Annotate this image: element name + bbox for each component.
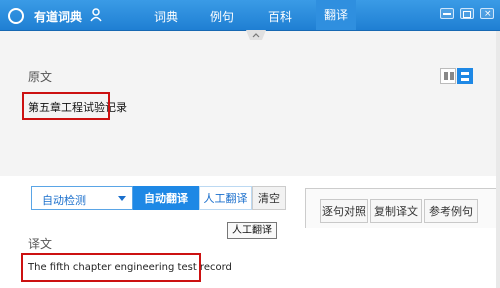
original-label: 原文 [28,70,53,84]
scrollbar[interactable] [496,31,500,288]
collapse-handle-icon[interactable] [246,30,266,44]
human-translate-button[interactable]: 人工翻译 [199,186,252,210]
original-highlight-box [22,92,110,120]
tab-encyclopedia[interactable]: 百科 [268,8,292,25]
tab-examples[interactable]: 例句 [210,8,234,25]
maximize-icon[interactable] [460,8,474,19]
app-title: 有道词典 [34,10,83,24]
clear-button[interactable]: 清空 [252,186,286,210]
side-by-side-view-icon[interactable] [440,68,456,84]
tab-translate[interactable]: 翻译 [316,0,357,30]
title-bar: 有道词典 词典 例句 百科 翻译 × [0,0,500,31]
translation-label: 译文 [28,237,53,251]
language-select-value: 自动检测 [42,194,86,207]
copy-translation-button[interactable]: 复制译文 [370,199,422,223]
human-translate-tooltip: 人工翻译 [227,222,277,239]
window-controls: × [440,8,494,19]
close-icon[interactable]: × [480,8,494,19]
language-select[interactable]: 自动检测 [31,186,133,210]
tab-dictionary[interactable]: 词典 [154,8,178,25]
youdao-logo-icon [8,8,24,24]
view-toggle [440,68,473,84]
reference-examples-button[interactable]: 参考例句 [424,199,478,223]
auto-translate-button[interactable]: 自动翻译 [133,186,199,210]
dropdown-arrow-icon [118,196,126,201]
stacked-view-icon[interactable] [457,68,473,84]
user-icon[interactable] [90,8,102,22]
minimize-icon[interactable] [440,8,454,19]
sentence-compare-button[interactable]: 逐句对照 [320,199,368,223]
translation-highlight-box [21,253,201,282]
